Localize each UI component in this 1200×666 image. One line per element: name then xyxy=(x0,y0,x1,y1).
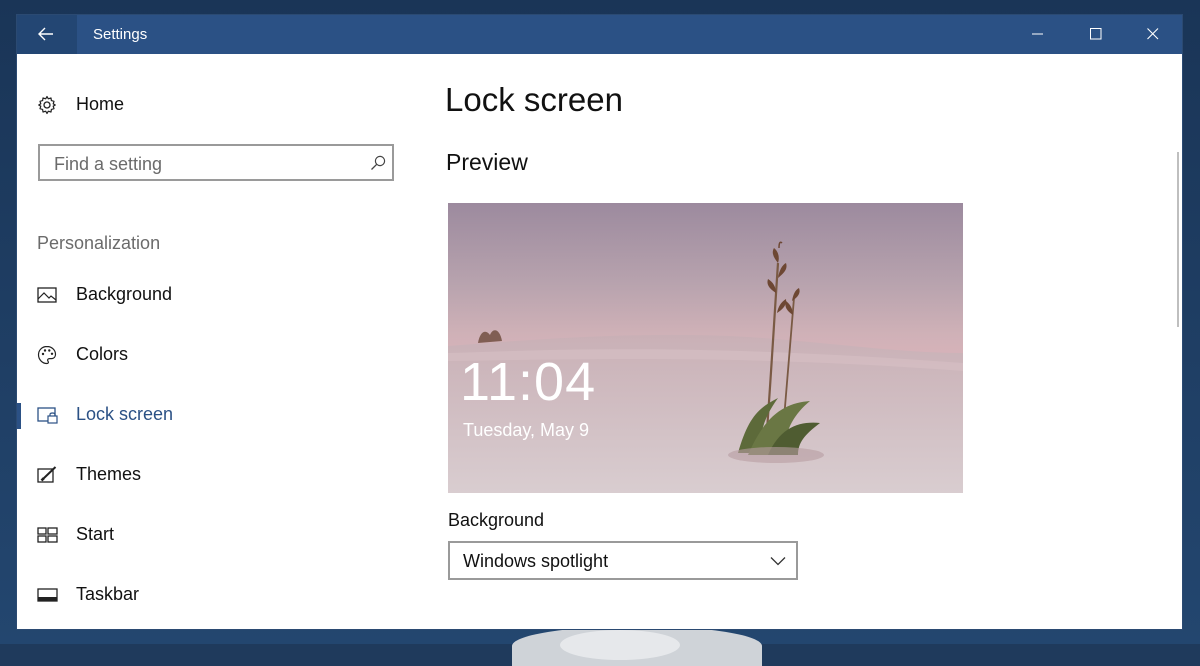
desktop-wallpaper-detail xyxy=(560,630,680,660)
sidebar-item-label: Themes xyxy=(76,464,142,484)
title-bar[interactable]: Settings xyxy=(17,15,1182,54)
settings-window: Settings Home Persona xyxy=(17,15,1182,629)
lock-screen-preview: 11:04 Tuesday, May 9 xyxy=(448,203,963,493)
sidebar-item-label: Taskbar xyxy=(76,584,140,604)
back-button[interactable] xyxy=(17,15,77,54)
section-heading-personalization: Personalization xyxy=(37,233,161,253)
sidebar-item-label: Colors xyxy=(76,344,129,364)
search-box[interactable] xyxy=(38,144,394,181)
minimize-button[interactable] xyxy=(1009,15,1067,54)
nav-home[interactable]: Home xyxy=(17,87,407,123)
preview-clock: 11:04 xyxy=(460,352,597,412)
close-icon xyxy=(1147,28,1159,40)
window-title: Settings xyxy=(93,26,148,43)
gear-icon xyxy=(38,95,56,115)
background-setting-label: Background xyxy=(448,510,545,530)
sidebar-item-colors[interactable]: Colors xyxy=(17,335,407,375)
preview-heading: Preview xyxy=(446,149,528,175)
sidebar-item-label: Background xyxy=(76,284,173,304)
picture-icon xyxy=(37,287,57,303)
maximize-button[interactable] xyxy=(1067,15,1125,54)
nav-home-label: Home xyxy=(76,94,125,114)
background-dropdown[interactable]: Windows spotlight xyxy=(448,541,798,580)
preview-wallpaper-image xyxy=(448,241,963,493)
maximize-icon xyxy=(1090,28,1102,40)
sidebar-item-background[interactable]: Background xyxy=(17,275,407,315)
taskbar-icon xyxy=(37,588,58,602)
search-icon[interactable] xyxy=(370,155,386,171)
search-input[interactable] xyxy=(52,151,356,177)
back-arrow-icon xyxy=(38,27,53,41)
sidebar-item-start[interactable]: Start xyxy=(17,515,407,555)
themes-icon xyxy=(37,466,57,483)
page-title: Lock screen xyxy=(445,81,623,118)
sidebar-item-label: Start xyxy=(76,524,115,544)
sidebar-item-label: Lock screen xyxy=(76,404,174,424)
sidebar-item-themes[interactable]: Themes xyxy=(17,455,407,495)
sidebar-item-lock-screen[interactable]: Lock screen xyxy=(17,395,407,435)
minimize-icon xyxy=(1032,33,1043,35)
chevron-down-icon xyxy=(770,557,786,566)
sidebar-item-taskbar[interactable]: Taskbar xyxy=(17,575,407,615)
lock-screen-icon xyxy=(37,407,58,424)
preview-date: Tuesday, May 9 xyxy=(463,420,590,440)
selection-indicator xyxy=(17,403,21,429)
background-dropdown-value: Windows spotlight xyxy=(463,551,609,571)
scrollbar[interactable] xyxy=(1177,152,1179,327)
close-button[interactable] xyxy=(1124,15,1182,54)
palette-icon xyxy=(37,345,57,365)
start-icon xyxy=(37,527,58,543)
